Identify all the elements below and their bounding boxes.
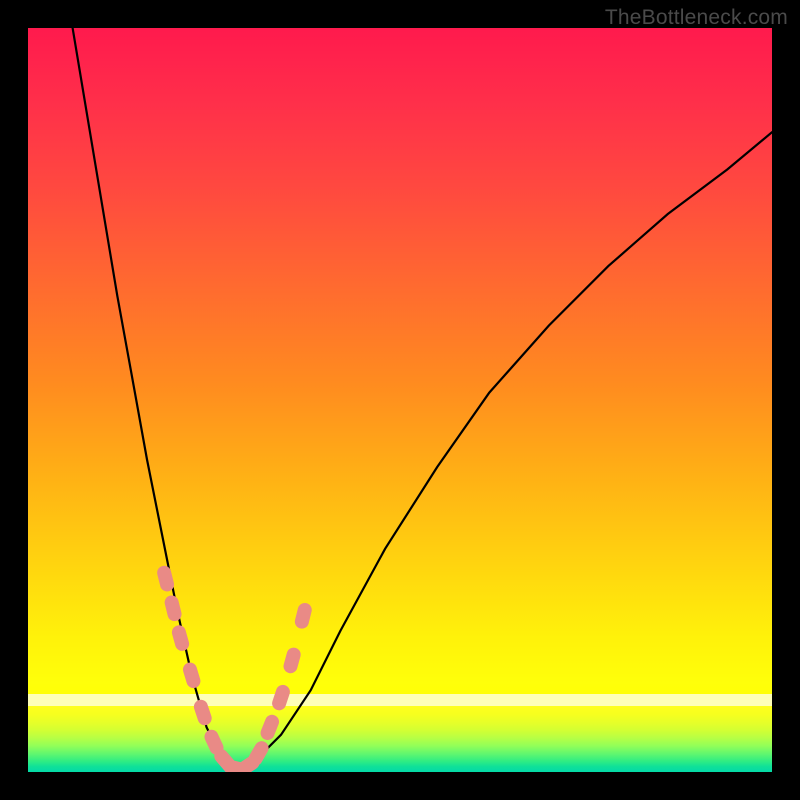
bead-marker (293, 601, 313, 630)
bead-marker (170, 624, 190, 653)
chart-frame: TheBottleneck.com (0, 0, 800, 800)
bead-marker (192, 698, 213, 727)
bottleneck-curve (73, 28, 772, 772)
bead-marker (181, 661, 202, 690)
bead-marker (156, 564, 176, 593)
bead-marker (270, 683, 291, 712)
plot-area (28, 28, 772, 772)
bead-marker (282, 646, 302, 675)
curve-layer (28, 28, 772, 772)
bead-marker (163, 594, 183, 623)
highlight-beads (156, 564, 314, 772)
watermark-text: TheBottleneck.com (605, 6, 788, 30)
